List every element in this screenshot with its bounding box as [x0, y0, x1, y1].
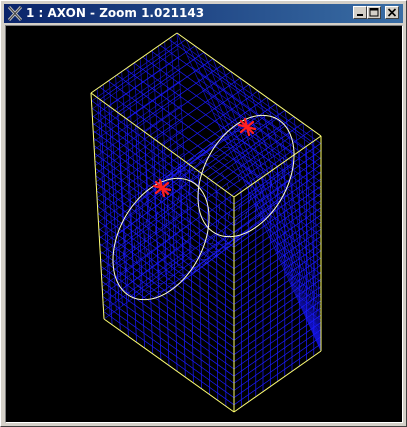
- finite-element-mesh: [90, 32, 322, 413]
- left-face-mesh: [102, 288, 235, 384]
- hole-ring-segment: [146, 290, 152, 292]
- top-face-mesh: [198, 110, 286, 172]
- hole-ring-segment: [156, 282, 163, 285]
- left-face-mesh: [99, 250, 235, 348]
- close-button[interactable]: [385, 6, 399, 19]
- hole-ring-segment: [225, 234, 231, 243]
- box-edge: [176, 32, 322, 137]
- hole-ring-segment: [167, 274, 174, 277]
- back-left-mesh: [97, 152, 185, 215]
- left-face-mesh: [102, 303, 235, 398]
- title-bar[interactable]: 1 : AXON - Zoom 1.021143: [4, 4, 403, 23]
- left-face-mesh: [102, 296, 235, 391]
- hole-ring-segment: [269, 151, 272, 159]
- top-face-mesh: [126, 58, 214, 120]
- 3d-viewport[interactable]: [5, 25, 403, 423]
- hole-ring-segment: [191, 170, 198, 172]
- minimize-button[interactable]: [353, 6, 367, 19]
- window-title: 1 : AXON - Zoom 1.021143: [26, 6, 205, 20]
- hole-ring-segment: [209, 243, 216, 245]
- hole-ring-segment: [231, 164, 236, 171]
- left-face-mesh: [101, 281, 235, 377]
- back-left-mesh: [96, 136, 184, 199]
- axon-window: 1 : AXON - Zoom 1.021143: [0, 0, 407, 427]
- hole-ring-segment: [212, 165, 218, 170]
- maximize-icon: [369, 8, 379, 17]
- back-left-mesh: [95, 112, 182, 174]
- hole-ring-segment: [212, 154, 219, 157]
- box-edge: [103, 318, 235, 413]
- axonometric-mesh-view[interactable]: [6, 26, 402, 422]
- x-window-icon[interactable]: [7, 5, 23, 22]
- hole-ring-segment: [223, 157, 229, 162]
- back-left-mesh: [95, 120, 183, 183]
- maximize-button[interactable]: [367, 6, 381, 19]
- left-face-mesh: [100, 266, 235, 363]
- minimize-icon: [357, 14, 363, 16]
- hole-ring-segment: [223, 146, 229, 149]
- top-face-mesh: [117, 52, 205, 113]
- close-icon: [387, 8, 397, 17]
- back-face-mesh: [202, 89, 322, 175]
- back-left-mesh: [98, 160, 185, 223]
- top-face-mesh: [153, 77, 241, 139]
- back-face-mesh: [207, 100, 322, 183]
- left-face-mesh: [103, 311, 235, 406]
- hole-ring-segment: [233, 138, 240, 141]
